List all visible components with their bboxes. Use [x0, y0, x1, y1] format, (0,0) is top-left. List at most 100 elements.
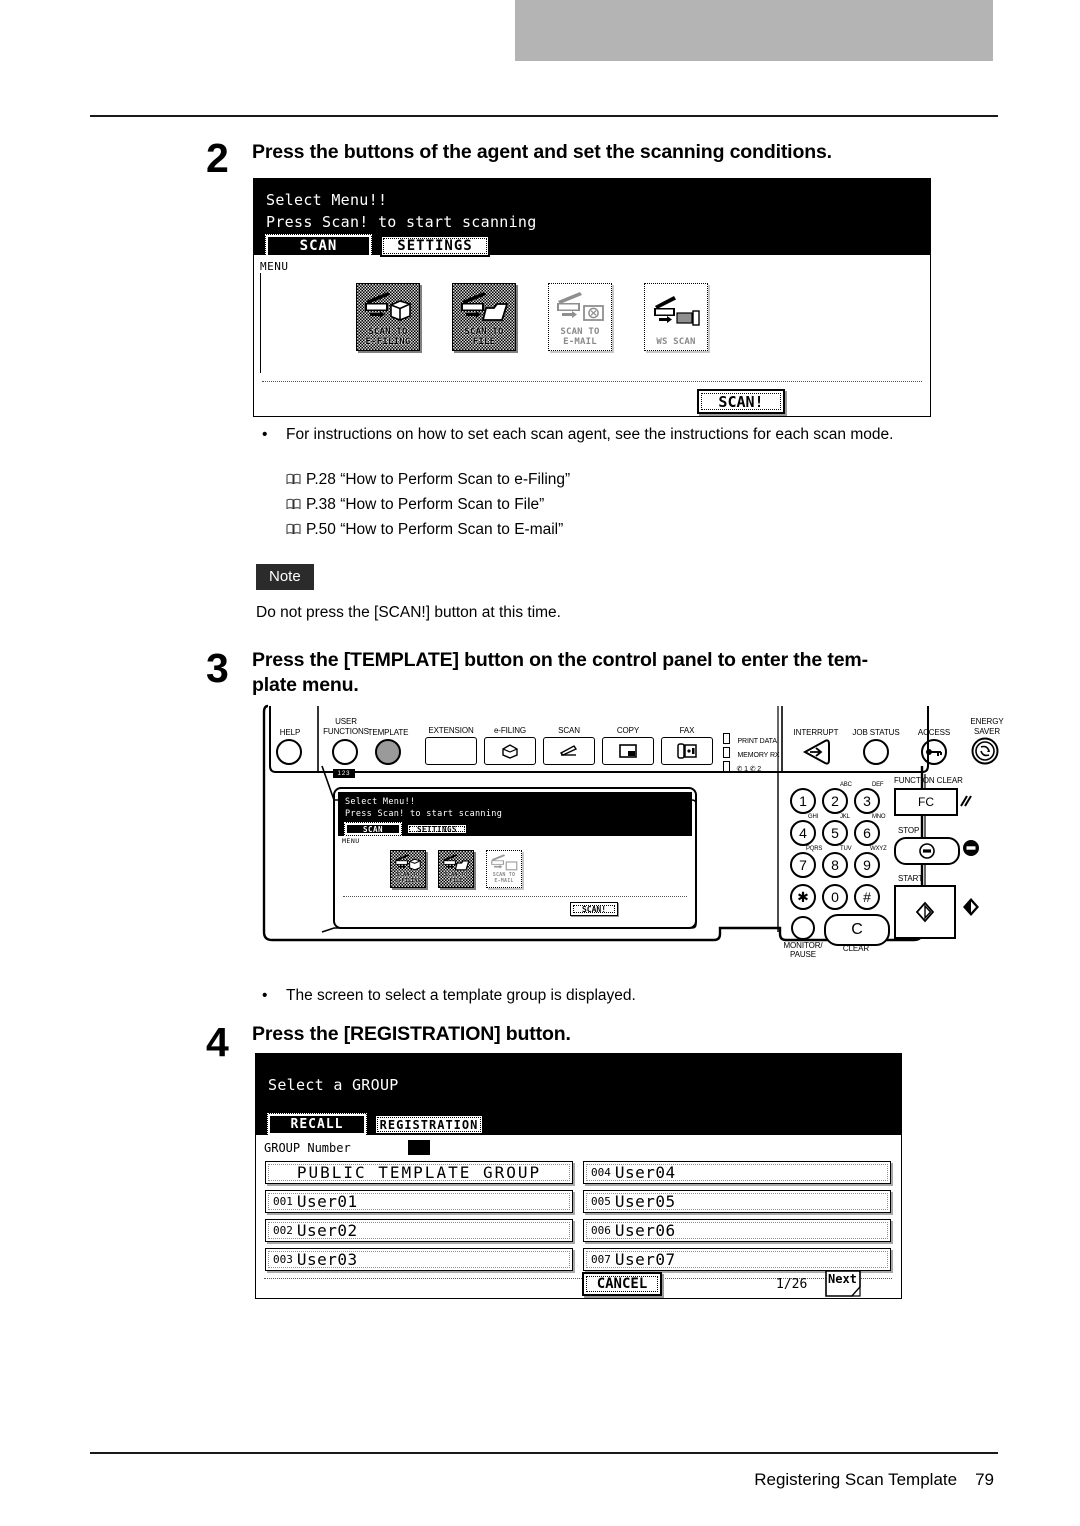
book-icon	[286, 473, 301, 485]
template-button[interactable]	[375, 739, 401, 765]
note-text: Do not press the [SCAN!] button at this …	[256, 604, 561, 621]
bullet-agent-instructions-text: For instructions on how to set each scan…	[286, 426, 894, 443]
stop-button[interactable]	[894, 837, 960, 865]
footer: Registering Scan Template 79	[754, 1470, 994, 1490]
keypad-key-2[interactable]: 2	[822, 788, 848, 814]
bullet-dot: •	[262, 426, 268, 443]
job-status-button[interactable]	[863, 739, 889, 765]
group-row-006-number: 006	[591, 1224, 611, 1237]
tab-recall-label: RECALL	[290, 1117, 344, 1132]
cp-label-function-clear: FUNCTION CLEAR	[894, 776, 963, 785]
mini-tab-scan-label: SCAN	[362, 824, 384, 834]
function-clear-button[interactable]: FC	[894, 788, 958, 816]
keypad-key-2-letters: ABC	[840, 782, 852, 788]
keypad-key-hash[interactable]: #	[854, 884, 880, 910]
keypad-key-0[interactable]: 0	[822, 884, 848, 910]
agent-scan-to-file-caption: SCAN TO FILE	[464, 327, 504, 347]
keypad-key-9[interactable]: 9	[854, 852, 880, 878]
scan-to-file-icon	[439, 851, 473, 873]
panel-mini-lcd[interactable]: Select Menu!! Press Scan! to start scann…	[338, 792, 692, 924]
clear-button[interactable]: C	[824, 914, 890, 946]
cp-label-clear: CLEAR	[842, 944, 870, 953]
agent-scan-to-file[interactable]: SCAN TO FILE	[452, 283, 516, 351]
mini-agent-scan-to-email[interactable]: SCAN TO E-MAIL	[486, 850, 522, 888]
keypad-key-0-digit: 0	[831, 889, 839, 905]
next-button-label: Next	[828, 1272, 857, 1286]
mini-tab-settings[interactable]: SETTINGS	[406, 823, 468, 835]
tab-settings[interactable]: SETTINGS	[380, 235, 490, 257]
lcd-line-1: Select Menu!!	[266, 191, 388, 209]
copy-button[interactable]	[602, 737, 654, 765]
group-row-001[interactable]: 001 User01	[265, 1190, 573, 1213]
mini-agent-scan-to-file[interactable]: SCAN TO FILE	[438, 850, 474, 888]
page-indicator: 1/26	[776, 1277, 808, 1292]
keypad-key-5-digit: 5	[831, 825, 839, 841]
tab-registration-label: REGISTRATION	[379, 1117, 479, 1132]
group-row-003[interactable]: 003 User03	[265, 1248, 573, 1271]
keypad-key-7-digit: 7	[799, 857, 807, 873]
scan-execute-button[interactable]: SCAN!	[697, 389, 785, 414]
mini-scan-execute-button[interactable]: SCAN!	[570, 902, 618, 916]
step-3-title: Press the [TEMPLATE] button on the contr…	[252, 649, 868, 696]
keypad-key-6-letters: MNO	[872, 814, 886, 820]
keypad-key-4-digit: 4	[799, 825, 807, 841]
keypad-key-7[interactable]: 7	[790, 852, 816, 878]
indicator-lamp-icon	[723, 747, 730, 758]
keypad-key-1[interactable]: 1	[790, 788, 816, 814]
access-button[interactable]	[920, 738, 948, 766]
agent-scan-to-efiling[interactable]: SCAN TO E-FILING	[356, 283, 420, 351]
fax-button[interactable]	[661, 737, 713, 765]
keypad-key-3[interactable]: 3	[854, 788, 880, 814]
start-button[interactable]	[894, 885, 956, 939]
bullet-template-group: • The screen to select a template group …	[262, 985, 962, 1006]
keypad-key-4[interactable]: 4	[790, 820, 816, 846]
help-button[interactable]	[276, 739, 302, 765]
stop-icon	[919, 843, 935, 859]
energy-saver-button[interactable]	[971, 737, 999, 765]
interrupt-button[interactable]	[801, 738, 831, 766]
keypad-key-1-digit: 1	[799, 793, 807, 809]
stop-indicator-icon	[962, 839, 980, 857]
tab-scan-label: SCAN	[299, 238, 338, 254]
keypad-key-asterisk[interactable]: ✱	[790, 884, 816, 910]
next-button[interactable]: Next	[824, 1270, 868, 1297]
keypad-key-8[interactable]: 8	[822, 852, 848, 878]
clear-button-label: C	[851, 921, 863, 938]
keypad-key-6[interactable]: 6	[854, 820, 880, 846]
mini-agent-scan-to-efiling[interactable]: SCAN TO E-FILING	[390, 850, 426, 888]
mini-tab-scan[interactable]: SCAN	[344, 822, 402, 836]
bullet-template-group-text: The screen to select a template group is…	[286, 987, 636, 1004]
cp-label-job-status: JOB STATUS	[852, 728, 900, 737]
monitor-pause-button[interactable]	[791, 916, 815, 940]
mini-lcd-line-1: Select Menu!!	[345, 797, 416, 807]
efiling-button[interactable]	[484, 737, 536, 765]
agent-ws-scan[interactable]: WS SCAN	[644, 283, 708, 351]
group-row-006[interactable]: 006 User06	[583, 1219, 891, 1242]
scan-button[interactable]	[543, 737, 595, 765]
group-row-004[interactable]: 004 User04	[583, 1161, 891, 1184]
agent-ws-scan-caption: WS SCAN	[656, 337, 696, 347]
tab-scan[interactable]: SCAN	[265, 234, 372, 258]
group-row-007[interactable]: 007 User07	[583, 1248, 891, 1271]
group-row-005-name: User05	[614, 1192, 676, 1211]
group-row-public[interactable]: PUBLIC TEMPLATE GROUP	[265, 1161, 573, 1184]
tab-registration[interactable]: REGISTRATION	[374, 1114, 484, 1135]
cp-label-copy: COPY	[616, 726, 640, 735]
agent-scan-to-email[interactable]: SCAN TO E-MAIL	[548, 283, 612, 351]
cancel-button[interactable]: CANCEL	[582, 1272, 662, 1296]
group-number-field[interactable]	[408, 1140, 430, 1155]
reference-2: P.38 “How to Perform Scan to File”	[286, 494, 544, 515]
tab-recall[interactable]: RECALL	[267, 1113, 367, 1136]
keypad-key-5[interactable]: 5	[822, 820, 848, 846]
group-select-lcd[interactable]: Select a GROUP RECALL REGISTRATION GROUP…	[255, 1053, 902, 1299]
mini-scan-execute-label: SCAN!	[581, 904, 607, 914]
agent-scan-to-email-caption: SCAN TO E-MAIL	[560, 327, 600, 347]
group-row-002[interactable]: 002 User02	[265, 1219, 573, 1242]
user-functions-button[interactable]	[332, 739, 358, 765]
book-icon	[286, 498, 301, 510]
scan-menu-lcd[interactable]: Select Menu!! Press Scan! to start scann…	[253, 178, 931, 417]
group-number-label: GROUP Number	[264, 1141, 351, 1155]
scan-to-email-icon	[487, 851, 521, 873]
extension-button[interactable]	[425, 737, 477, 765]
group-row-005[interactable]: 005 User05	[583, 1190, 891, 1213]
